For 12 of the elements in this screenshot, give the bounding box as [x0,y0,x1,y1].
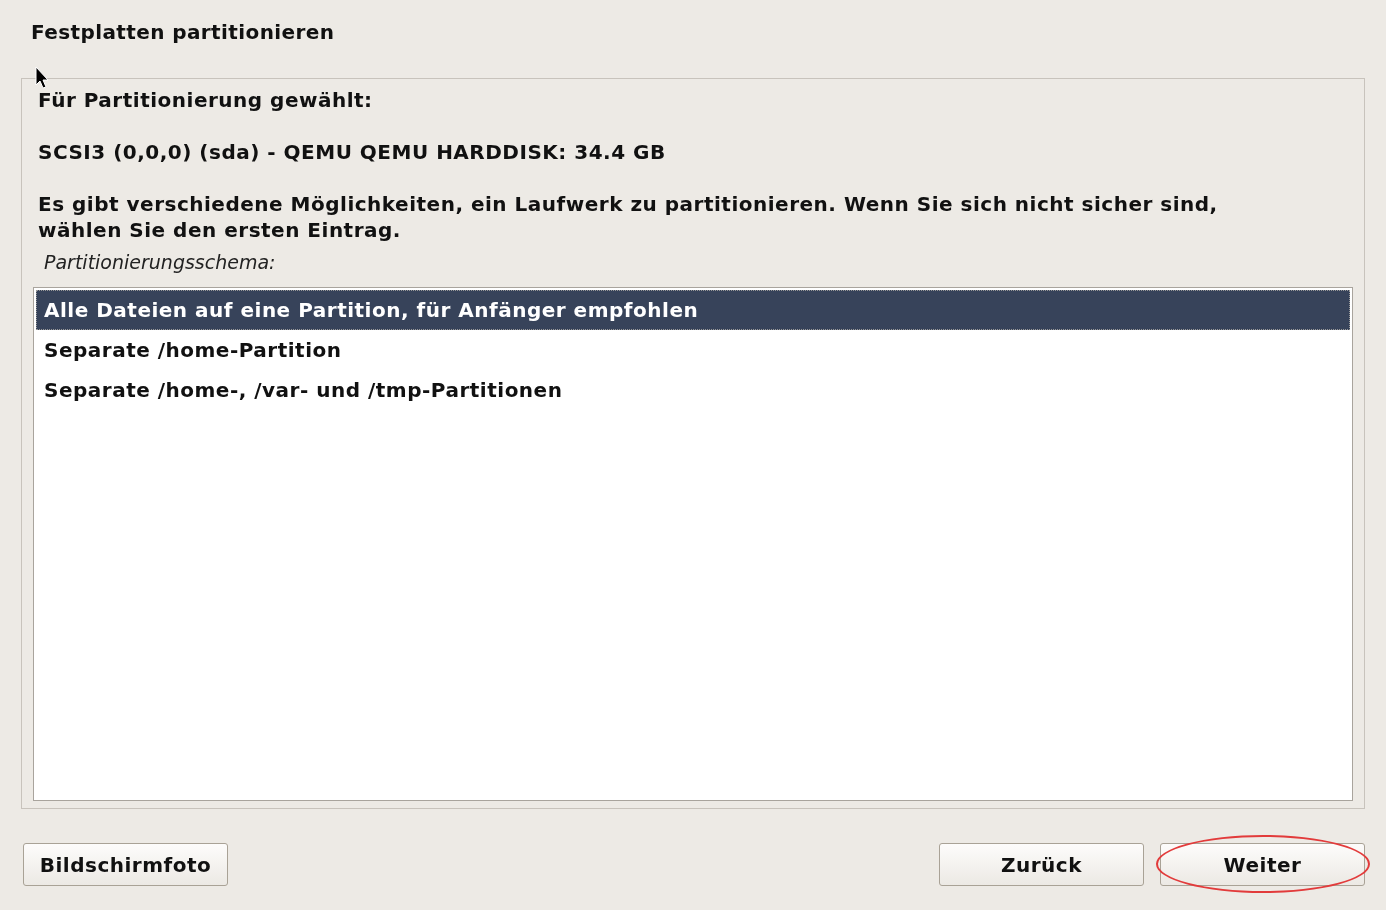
window-title: Festplatten partitionieren [30,20,336,46]
list-item[interactable]: Separate /home-Partition [36,330,1350,370]
description-text: Es gibt verschiedene Möglichkeiten, ein Laufwerk zu partitionieren. Wenn Sie sich nicht sicher sind, wählen Sie den ersten Eintrag. [37,191,1219,243]
list-item[interactable]: Alle Dateien auf eine Partition, für Anfänger empfohlen [36,290,1350,330]
list-item[interactable]: Separate /home-, /var- und /tmp-Partitionen [36,370,1350,410]
disk-name: SCSI3 (0,0,0) (sda) - QEMU QEMU HARDDISK: 34.4 GB [37,139,667,165]
list-label: Partitionierungsschema: [43,251,277,273]
screenshot-button[interactable]: Bildschirmfoto [23,843,228,886]
mouse-pointer-icon [35,66,51,90]
heading-text: Für Partitionierung gewählt: [37,87,374,113]
nav-button[interactable]: Weiter [1160,843,1365,886]
nav-button[interactable]: Zurück [939,843,1144,886]
